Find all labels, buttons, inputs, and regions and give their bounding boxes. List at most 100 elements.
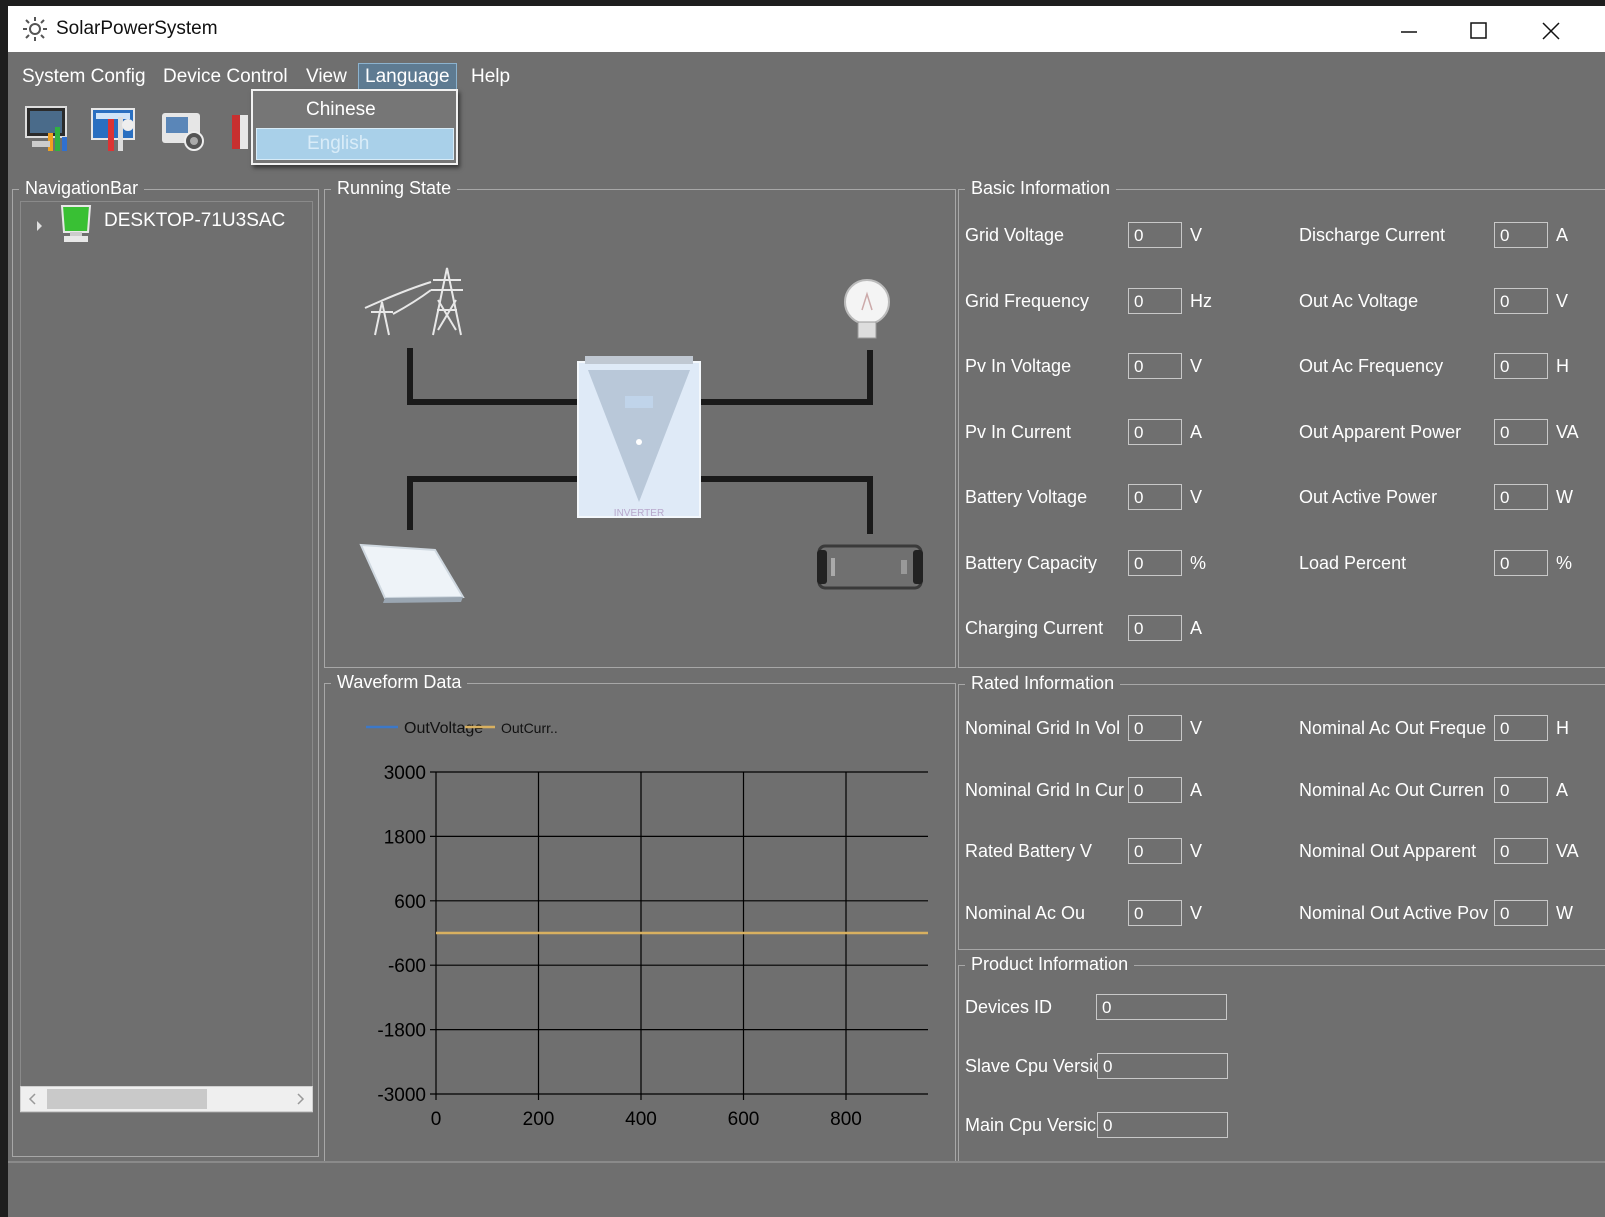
- menu-system-config[interactable]: System Config: [16, 63, 152, 91]
- basic-info-right-value-field[interactable]: 0: [1494, 418, 1548, 445]
- maximize-icon: [1470, 22, 1487, 39]
- rated-info-right-label: Nominal Out Apparent: [1299, 841, 1477, 861]
- horizontal-scrollbar[interactable]: [20, 1086, 313, 1112]
- settings-tools-icon: [91, 108, 135, 151]
- y-tick-label: -600: [388, 956, 426, 977]
- basic-info-right-label: Out Active Power: [1299, 487, 1438, 507]
- basic-info-left-label: Battery Capacity: [965, 552, 1098, 573]
- close-button[interactable]: [1515, 10, 1585, 50]
- scroll-thumb[interactable]: [47, 1089, 207, 1109]
- rated-info-right-value-field[interactable]: 0: [1494, 776, 1548, 803]
- basic-info-right-label: Load Percent: [1299, 552, 1407, 573]
- toolbar-book-button[interactable]: [226, 103, 250, 155]
- minimize-icon: [1401, 31, 1417, 33]
- light-bulb-icon: [844, 279, 890, 339]
- basic-info-left-value-field[interactable]: 0: [1128, 287, 1182, 314]
- basic-info-right-value-field[interactable]: 0: [1494, 287, 1548, 314]
- navigation-tree: [20, 201, 313, 1113]
- device-name: DESKTOP-71U3SAC: [104, 210, 286, 231]
- rated-info-right-value-field[interactable]: 0: [1494, 899, 1548, 926]
- basic-info-right-label: Discharge Current: [1299, 225, 1446, 245]
- basic-info-right-unit: A: [1556, 225, 1569, 245]
- x-tick-label: 800: [830, 1109, 862, 1130]
- basic-info-left-value-field[interactable]: 0: [1128, 615, 1182, 641]
- y-tick-label: 3000: [384, 763, 426, 784]
- inverter-icon: INVERTER: [577, 356, 701, 519]
- rated-info-left-value-field[interactable]: 0: [1128, 715, 1182, 741]
- product-info-value-field[interactable]: 0: [1097, 1053, 1228, 1079]
- basic-info-left-unit: A: [1190, 618, 1203, 638]
- rated-info-right-label: Nominal Ac Out Freque: [1299, 718, 1487, 738]
- product-info-value-field[interactable]: 0: [1097, 1112, 1228, 1138]
- basic-info-right-value-field[interactable]: 0: [1494, 353, 1548, 379]
- toolbar-monitor-button[interactable]: [22, 103, 72, 155]
- rated-info-right-value-field[interactable]: 0: [1494, 715, 1548, 741]
- rated-info-right-unit: A: [1556, 779, 1569, 800]
- rated-info-left-label: Nominal Grid In Cur: [965, 779, 1125, 800]
- product-info-value-field[interactable]: 0: [1096, 994, 1227, 1020]
- basic-info-right-unit: %: [1556, 552, 1573, 573]
- menu-device-control[interactable]: Device Control: [157, 63, 294, 91]
- x-tick-label: 0: [431, 1109, 442, 1130]
- basic-info-left-value-field[interactable]: 0: [1128, 353, 1182, 379]
- basic-info-left-value-field[interactable]: 0: [1128, 222, 1182, 248]
- basic-info-right-value-field[interactable]: 0: [1494, 549, 1548, 576]
- basic-info-right-label: Out Apparent Power: [1299, 421, 1462, 442]
- navigation-title: NavigationBar: [19, 178, 145, 199]
- basic-information-title: Basic Information: [965, 178, 1117, 199]
- basic-info-right-unit: W: [1556, 487, 1573, 507]
- basic-info-left-label: Pv In Voltage: [965, 356, 1072, 376]
- basic-info-left-label: Pv In Current: [965, 421, 1072, 442]
- rated-info-left-label: Nominal Ac Ou: [965, 902, 1086, 923]
- rated-info-right-label: Nominal Ac Out Curren: [1299, 779, 1485, 800]
- y-tick-label: -3000: [377, 1085, 426, 1106]
- scroll-right-icon[interactable]: [288, 1087, 312, 1111]
- rated-info-right-unit: W: [1556, 902, 1573, 923]
- menu-item-chinese[interactable]: Chinese: [256, 94, 452, 126]
- y-tick-label: 1800: [384, 827, 426, 848]
- rated-info-right-unit: VA: [1556, 841, 1579, 861]
- basic-info-right-value-field[interactable]: 0: [1494, 484, 1548, 510]
- book-icon: [232, 115, 248, 149]
- rated-info-right-label: Nominal Out Active Pov: [1299, 902, 1489, 923]
- product-info-label: Slave Cpu Versic: [965, 1056, 1097, 1076]
- rated-info-right-value-field[interactable]: 0: [1494, 838, 1548, 864]
- x-tick-label: 600: [728, 1109, 760, 1130]
- basic-info-left-value-field[interactable]: 0: [1128, 418, 1182, 445]
- menu-help[interactable]: Help: [465, 63, 516, 91]
- x-tick-label: 400: [625, 1109, 657, 1130]
- scroll-left-icon[interactable]: [21, 1087, 45, 1111]
- window-title: SolarPowerSystem: [56, 18, 218, 39]
- basic-info-left-value-field[interactable]: 0: [1128, 549, 1182, 576]
- computer-icon: [60, 205, 92, 242]
- rated-info-left-value-field[interactable]: 0: [1128, 838, 1182, 864]
- rated-information-title: Rated Information: [965, 673, 1121, 694]
- basic-info-left-value-field[interactable]: 0: [1128, 484, 1182, 510]
- rated-info-left-label: Nominal Grid In Vol: [965, 718, 1121, 738]
- menu-bar: System Config Device Control View Langua…: [8, 60, 1605, 96]
- running-state-panel: Running State INVERTER: [324, 178, 956, 668]
- basic-info-right-unit: H: [1556, 356, 1569, 376]
- title-bar: SolarPowerSystem: [8, 6, 1605, 52]
- rated-info-left-value-field[interactable]: 0: [1128, 899, 1182, 926]
- basic-info-left-label: Charging Current: [965, 618, 1104, 638]
- maximize-button[interactable]: [1444, 10, 1514, 50]
- menu-view[interactable]: View: [300, 63, 353, 91]
- inverter-label: INVERTER: [614, 508, 664, 519]
- basic-info-right-label: Out Ac Voltage: [1299, 290, 1419, 311]
- basic-info-right-unit: V: [1556, 290, 1569, 311]
- legend-label: OutVoltage: [404, 720, 483, 737]
- y-tick-label: 600: [394, 892, 426, 913]
- menu-item-english[interactable]: English: [256, 128, 454, 160]
- camera-icon: [162, 113, 204, 151]
- basic-info-right-value-field[interactable]: 0: [1494, 222, 1548, 248]
- toolbar-settings-button[interactable]: [90, 103, 140, 155]
- rated-info-left-value-field[interactable]: 0: [1128, 776, 1182, 803]
- product-info-label: Main Cpu Versic: [965, 1115, 1097, 1135]
- app-logo-icon: [23, 17, 47, 41]
- product-information-title: Product Information: [965, 954, 1135, 975]
- expand-arrow-icon[interactable]: [32, 206, 52, 246]
- minimize-button[interactable]: [1373, 10, 1443, 50]
- toolbar-camera-button[interactable]: [158, 103, 208, 155]
- rated-info-left-label: Rated Battery V: [965, 841, 1093, 861]
